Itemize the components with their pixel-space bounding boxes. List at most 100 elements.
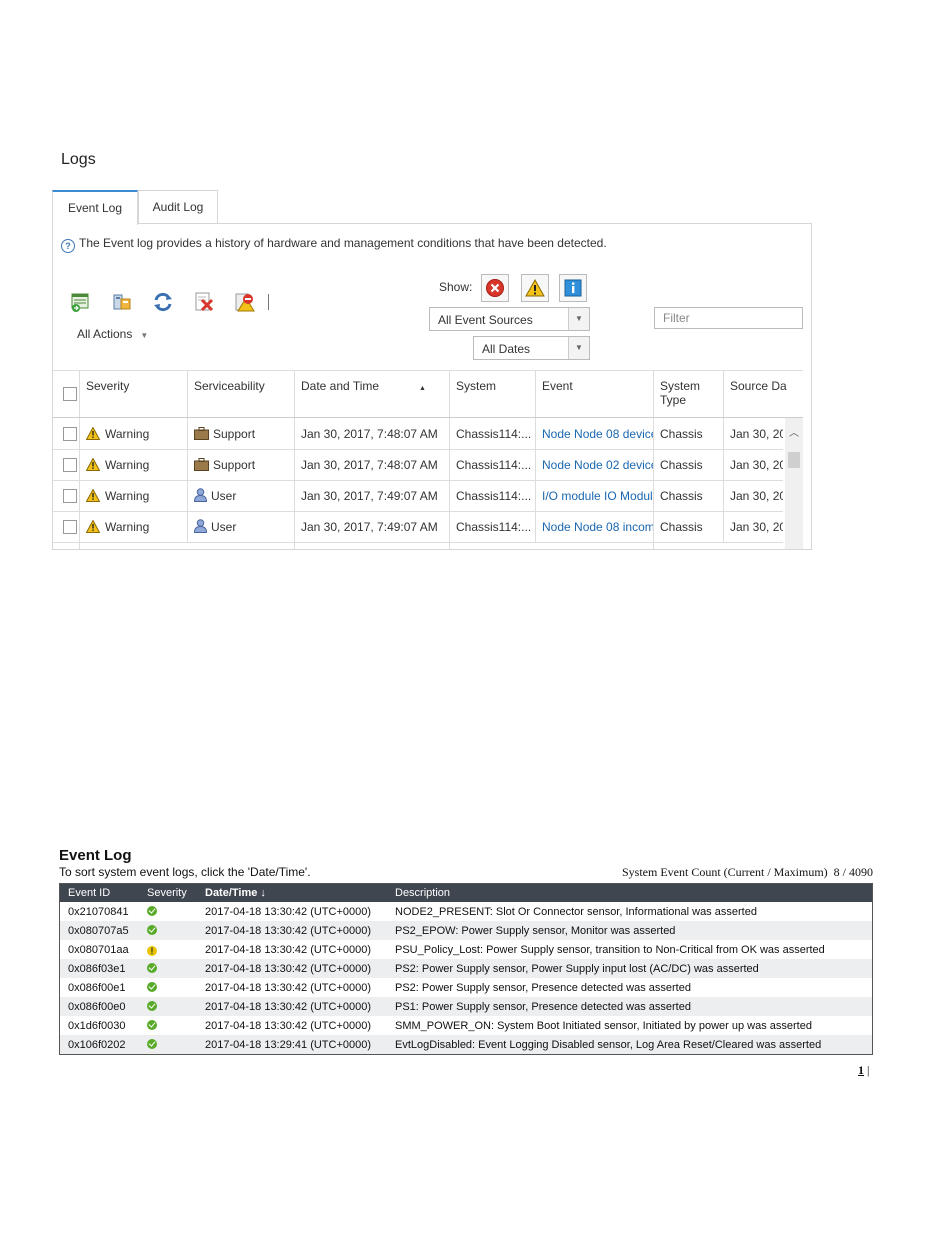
source-date-cell: Jan 30, 20 — [723, 449, 783, 480]
table-row[interactable]: Warning Support Jan 30, 2017, 7:48:07 AM… — [53, 449, 783, 481]
all-actions-menu[interactable]: All Actions ▼ — [77, 327, 148, 341]
table-row[interactable]: Warning User Jan 30, 2017, 7:49:07 AM Ch… — [53, 480, 783, 512]
event-count-value: 8 / 4090 — [833, 865, 873, 879]
status-ok-icon — [147, 1000, 157, 1011]
datetime-cell: 2017-04-18 13:30:42 (UTC+0000) — [205, 905, 372, 918]
status-ok-icon — [147, 981, 157, 992]
filter-input[interactable] — [654, 307, 803, 329]
table-row: 0x106f0202 2017-04-18 13:29:41 (UTC+0000… — [59, 1035, 873, 1055]
help-icon[interactable]: ? — [61, 239, 75, 253]
scroll-up-icon[interactable]: ︿ — [789, 424, 799, 439]
severity-cell — [139, 978, 197, 997]
column-header-source-date[interactable]: Source Da — [723, 371, 803, 417]
date-select[interactable]: All Dates ▼ — [473, 336, 590, 360]
serviceability-text: Support — [213, 427, 256, 441]
column-header-serviceability[interactable]: Serviceability — [187, 371, 294, 417]
tab-event-log[interactable]: Event Log — [52, 190, 138, 225]
system-cell: Chassis114:... — [449, 418, 535, 449]
column-header-date-time-label: Date and Time — [301, 379, 380, 393]
severity-cell: Warning — [79, 449, 187, 480]
page-link[interactable]: 1 — [858, 1063, 864, 1077]
user-icon — [194, 519, 207, 533]
column-header-severity: Severity — [139, 883, 197, 902]
severity-text: Warning — [105, 427, 150, 441]
event-link[interactable]: Node Node 02 device — [535, 449, 653, 480]
column-header-event[interactable]: Event — [535, 371, 653, 417]
date-select-value: All Dates — [482, 342, 531, 356]
row-checkbox[interactable] — [63, 427, 77, 441]
chevron-down-icon: ▼ — [140, 331, 149, 340]
table-header-row: Event ID Severity Date/Time ↓ Descriptio… — [59, 883, 873, 902]
scroll-thumb[interactable] — [788, 452, 800, 468]
column-header-severity[interactable]: Severity — [79, 371, 187, 417]
table-row[interactable] — [53, 542, 783, 549]
severity-cell — [79, 542, 187, 549]
table-row: 0x080701aa ! 2017-04-18 13:30:42 (UTC+00… — [60, 940, 873, 959]
system-type-cell: Chassis — [653, 511, 723, 542]
table-row[interactable]: Warning Support Jan 30, 2017, 7:48:07 AM… — [53, 418, 783, 450]
serviceability-cell: User — [187, 480, 294, 511]
event-id-cell: 0x21070841 — [68, 905, 129, 918]
service-icon[interactable] — [111, 291, 133, 313]
datetime-cell: 2017-04-18 13:30:42 (UTC+0000) — [205, 981, 372, 994]
warning-icon — [86, 520, 100, 533]
warning-filter-icon[interactable] — [521, 274, 549, 302]
tab-audit-log[interactable]: Audit Log — [138, 190, 218, 224]
column-header-system[interactable]: System — [449, 371, 535, 417]
severity-cell — [139, 1016, 197, 1035]
description-cell: PS2: Power Supply sensor, Presence detec… — [395, 981, 691, 994]
column-header-system-type[interactable]: System Type — [653, 371, 723, 417]
chevron-down-icon: ▼ — [568, 308, 589, 330]
system-cell: Chassis114:... — [449, 449, 535, 480]
delete-icon[interactable] — [193, 291, 215, 313]
informational-filter-icon[interactable] — [559, 274, 587, 302]
column-header-date-time[interactable]: Date/Time ↓ — [197, 883, 387, 902]
datetime-cell: 2017-04-18 13:29:41 (UTC+0000) — [197, 1035, 387, 1055]
severity-text: Warning — [105, 489, 150, 503]
table-row[interactable]: Warning User Jan 30, 2017, 7:49:07 AM Ch… — [53, 511, 783, 543]
source-date-cell: Jan 30, 20 — [723, 418, 783, 449]
severity-cell — [139, 1035, 197, 1055]
table-row: 0x21070841 2017-04-18 13:30:42 (UTC+0000… — [60, 902, 873, 921]
exclusion-icon[interactable] — [234, 291, 256, 313]
info-text: The Event log provides a history of hard… — [79, 236, 607, 250]
show-label: Show: — [439, 280, 473, 294]
serviceability-text: User — [211, 520, 237, 534]
support-briefcase-icon — [194, 458, 209, 471]
event-log-table: Event ID Severity Date/Time ↓ Descriptio… — [59, 883, 873, 1055]
event-source-select[interactable]: All Event Sources ▼ — [429, 307, 590, 331]
description-cell: PS2: Power Supply sensor, Power Supply i… — [387, 959, 873, 978]
select-all-checkbox[interactable] — [63, 387, 77, 401]
export-icon[interactable] — [70, 291, 92, 313]
system-type-cell: Chassis — [653, 449, 723, 480]
page-title: Logs — [61, 151, 96, 168]
table-row: 0x080707a5 2017-04-18 13:30:42 (UTC+0000… — [59, 921, 873, 940]
event-id-cell: 0x106f0202 — [59, 1035, 139, 1055]
event-link[interactable]: I/O module IO Module — [535, 480, 653, 511]
row-checkbox[interactable] — [63, 458, 77, 472]
date-cell: Jan 30, 2017, 7:49:07 AM — [294, 480, 449, 511]
critical-filter-icon[interactable] — [481, 274, 509, 302]
all-actions-label: All Actions — [77, 327, 133, 341]
description-cell: PS1: Power Supply sensor, Presence detec… — [387, 997, 873, 1016]
event-log-subtitle: To sort system event logs, click the 'Da… — [59, 865, 311, 879]
table-row: 0x086f03e1 2017-04-18 13:30:42 (UTC+0000… — [59, 959, 873, 978]
row-checkbox[interactable] — [63, 489, 77, 503]
grid-scrollbar[interactable]: ︿ — [785, 418, 803, 549]
refresh-icon[interactable] — [152, 291, 174, 313]
info-line: ? The Event log provides a history of har… — [61, 236, 607, 253]
system-cell: Chassis114:... — [449, 480, 535, 511]
column-header-event-id: Event ID — [59, 883, 139, 902]
status-ok-icon — [147, 1019, 157, 1030]
datetime-cell: 2017-04-18 13:30:42 (UTC+0000) — [205, 943, 372, 956]
date-cell: Jan 30, 2017, 7:49:07 AM — [294, 511, 449, 542]
event-link[interactable]: Node Node 08 device — [535, 418, 653, 449]
datetime-cell: 2017-04-18 13:30:42 (UTC+0000) — [197, 997, 387, 1016]
column-header-date-time[interactable]: Date and Time ▲ — [294, 371, 449, 417]
row-checkbox[interactable] — [63, 520, 77, 534]
serviceability-cell: Support — [187, 449, 294, 480]
event-id-cell: 0x080707a5 — [59, 921, 139, 940]
severity-cell: Warning — [79, 480, 187, 511]
toolbar-separator — [268, 294, 269, 310]
event-link[interactable]: Node Node 08 incomp — [535, 511, 653, 542]
